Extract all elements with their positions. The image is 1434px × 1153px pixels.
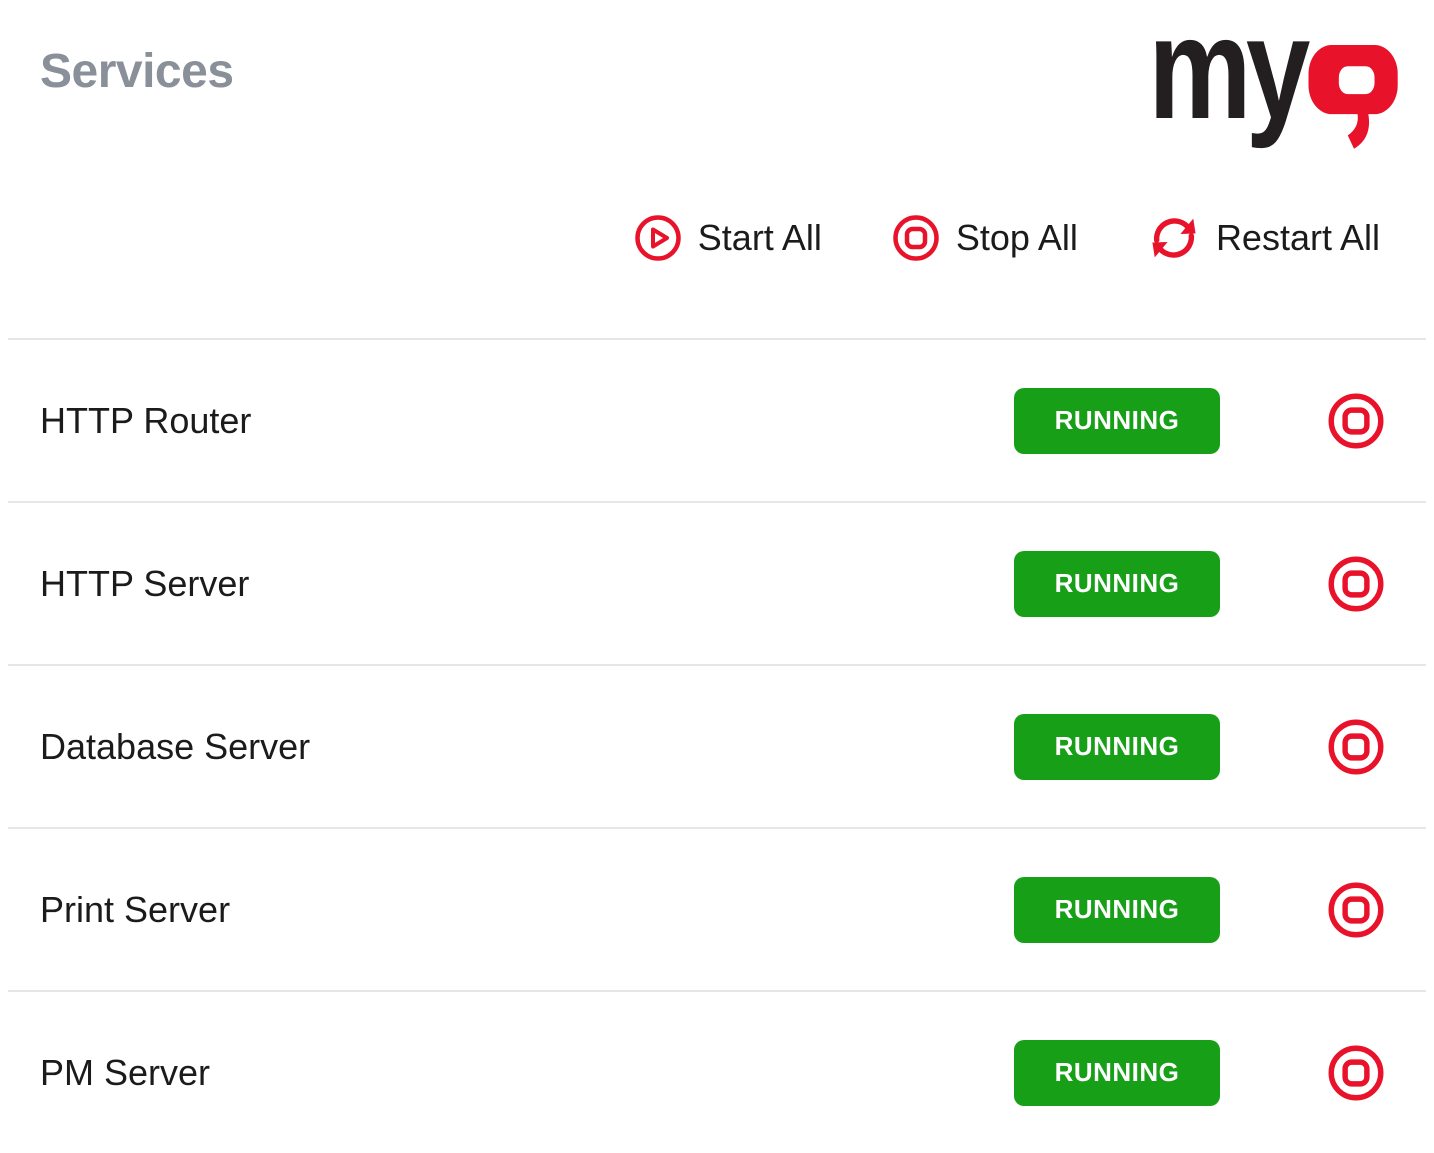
stop-service-button[interactable] bbox=[1327, 392, 1385, 450]
restart-all-button[interactable]: Restart All bbox=[1148, 212, 1380, 264]
service-name: HTTP Server bbox=[40, 563, 249, 605]
play-circle-icon bbox=[634, 214, 682, 262]
stop-service-button[interactable] bbox=[1327, 1044, 1385, 1102]
restart-all-label: Restart All bbox=[1216, 217, 1380, 259]
logo-text-my: my bbox=[1149, 0, 1305, 141]
restart-arrows-icon bbox=[1148, 212, 1200, 264]
stop-circle-icon bbox=[1327, 392, 1385, 450]
myq-logo: my bbox=[1149, 0, 1398, 151]
status-badge: RUNNING bbox=[1014, 714, 1220, 780]
stop-all-label: Stop All bbox=[956, 217, 1078, 259]
status-badge: RUNNING bbox=[1014, 388, 1220, 454]
service-row-print-server: Print Server RUNNING bbox=[8, 827, 1426, 990]
stop-service-button[interactable] bbox=[1327, 718, 1385, 776]
status-badge: RUNNING bbox=[1014, 1040, 1220, 1106]
status-badge: RUNNING bbox=[1014, 877, 1220, 943]
header: Services my Start All Stop All Restart A… bbox=[0, 0, 1434, 338]
page-title: Services bbox=[40, 44, 234, 99]
service-name: HTTP Router bbox=[40, 400, 251, 442]
service-row-http-server: HTTP Server RUNNING bbox=[8, 501, 1426, 664]
stop-service-button[interactable] bbox=[1327, 555, 1385, 613]
stop-circle-icon bbox=[892, 214, 940, 262]
service-list: HTTP Router RUNNING HTTP Server RUNNING … bbox=[8, 338, 1426, 1153]
service-name: Print Server bbox=[40, 889, 230, 931]
stop-circle-icon bbox=[1327, 718, 1385, 776]
toolbar: Start All Stop All Restart All bbox=[634, 212, 1380, 264]
start-all-label: Start All bbox=[698, 217, 822, 259]
service-row-database-server: Database Server RUNNING bbox=[8, 664, 1426, 827]
stop-circle-icon bbox=[1327, 1044, 1385, 1102]
logo-q-icon bbox=[1308, 45, 1398, 151]
service-row-pm-server: PM Server RUNNING bbox=[8, 990, 1426, 1153]
stop-service-button[interactable] bbox=[1327, 881, 1385, 939]
start-all-button[interactable]: Start All bbox=[634, 214, 822, 262]
stop-all-button[interactable]: Stop All bbox=[892, 214, 1078, 262]
service-name: PM Server bbox=[40, 1052, 210, 1094]
service-name: Database Server bbox=[40, 726, 310, 768]
stop-circle-icon bbox=[1327, 881, 1385, 939]
service-row-http-router: HTTP Router RUNNING bbox=[8, 338, 1426, 501]
status-badge: RUNNING bbox=[1014, 551, 1220, 617]
stop-circle-icon bbox=[1327, 555, 1385, 613]
